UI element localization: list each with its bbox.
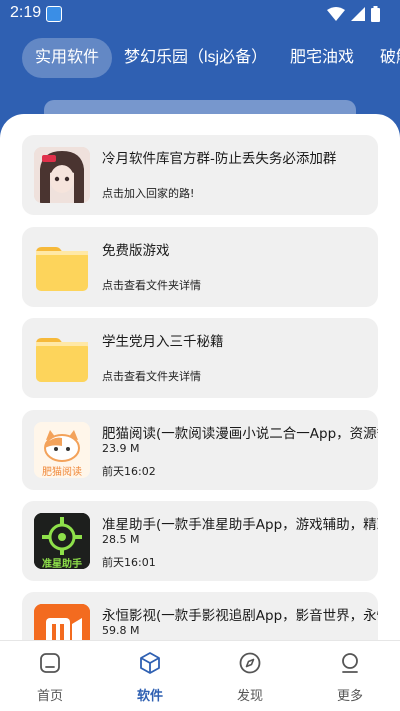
item-title: 冷月软件库官方群-防止丢失务必添加群 [102, 151, 337, 167]
signal-icon [351, 7, 365, 21]
status-bar: 2:19 [0, 0, 400, 28]
nav-label: 更多 [336, 689, 363, 704]
item-size: 59.8 M [102, 624, 140, 637]
wifi-icon [327, 7, 345, 21]
compass-icon [239, 652, 261, 674]
item-title: 永恒影视(一款手影视追剧App，影音世界，永恒 [102, 608, 378, 624]
tab-utilities[interactable]: 实用软件 [22, 38, 113, 78]
status-time: 2:19 [10, 4, 42, 21]
thumb-caption: 准星助手 [42, 559, 82, 569]
tab-dream-park[interactable]: 梦幻乐园（lsj必备） [124, 38, 267, 78]
item-title: 准星助手(一款手准星助手App，游戏辅助，精准 [102, 517, 378, 533]
list-item-folder-student-tips[interactable]: 学生党月入三千秘籍 点击查看文件夹详情 [22, 318, 378, 398]
item-title: 肥猫阅读(一款阅读漫画小说二合一App，资源* [102, 426, 378, 442]
item-subtitle: 点击查看文件夹详情 [102, 370, 201, 383]
item-size: 28.5 M [102, 533, 140, 546]
tab-otaku-games[interactable]: 肥宅油戏 [290, 38, 354, 78]
bottom-navigation: 首页 软件 发现 更多 [0, 640, 400, 711]
nav-home[interactable]: 首页 [0, 641, 100, 711]
list-item-group-chat[interactable]: 冷月软件库官方群-防止丢失务必添加群 点击加入回家的路! [22, 135, 378, 215]
status-icons [327, 6, 380, 22]
folder-icon [34, 239, 90, 295]
cube-icon [140, 652, 160, 674]
fat-cat-reader-icon: 肥猫阅读 [34, 422, 90, 478]
item-date: 前天16:01 [102, 556, 156, 569]
list-item-folder-free-games[interactable]: 免费版游戏 点击查看文件夹详情 [22, 227, 378, 307]
tab-cracked[interactable]: 破解 [380, 38, 400, 78]
nav-label: 首页 [36, 689, 63, 704]
item-title: 免费版游戏 [102, 243, 170, 259]
thumb-caption: 肥猫阅读 [42, 467, 82, 478]
nav-label: 发现 [236, 689, 263, 704]
list-item-app-fat-cat-reader[interactable]: 肥猫阅读 肥猫阅读(一款阅读漫画小说二合一App，资源* 23.9 M 前天16… [22, 410, 378, 490]
item-title: 学生党月入三千秘籍 [102, 334, 224, 350]
item-size: 23.9 M [102, 442, 140, 455]
app-notification-icon [46, 6, 62, 22]
folder-icon [34, 330, 90, 386]
profile-icon [342, 653, 358, 673]
anime-girl-avatar-icon [34, 147, 90, 203]
nav-more[interactable]: 更多 [300, 641, 400, 711]
item-subtitle: 点击查看文件夹详情 [102, 279, 201, 292]
battery-icon [371, 6, 380, 22]
nav-label: 软件 [136, 689, 163, 704]
crosshair-assistant-icon: 准星助手 [34, 513, 90, 569]
item-subtitle: 点击加入回家的路! [102, 187, 195, 200]
nav-discover[interactable]: 发现 [200, 641, 300, 711]
category-tabs: 实用软件 梦幻乐园（lsj必备） 肥宅油戏 破解 [0, 38, 400, 78]
home-icon [40, 653, 60, 673]
list-item-app-crosshair-assistant[interactable]: 准星助手 准星助手(一款手准星助手App，游戏辅助，精准 28.5 M 前天16… [22, 501, 378, 581]
content-sheet: 冷月软件库官方群-防止丢失务必添加群 点击加入回家的路! 免费版游戏 点击查看文… [0, 114, 400, 711]
item-date: 前天16:02 [102, 465, 156, 478]
nav-software[interactable]: 软件 [100, 641, 200, 711]
